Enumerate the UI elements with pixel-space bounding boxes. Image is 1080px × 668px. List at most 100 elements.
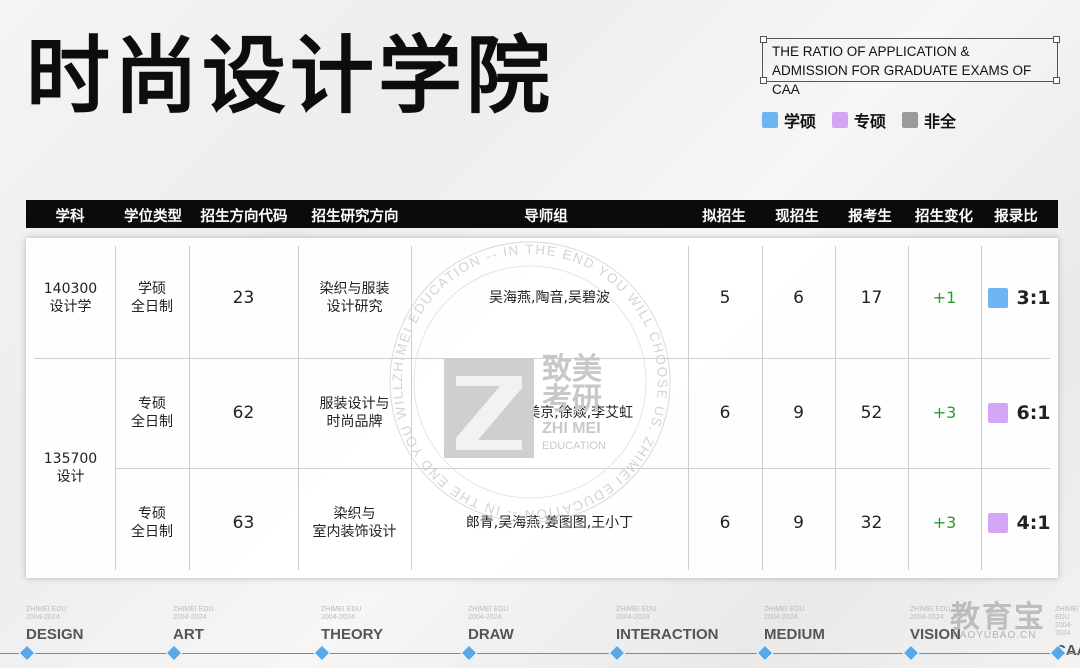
watermark-logo-en2: EDUCATION [542, 440, 606, 452]
planned-cell: 6 [719, 403, 731, 423]
research-direction-cell: 染织与服装 设计研究 [298, 238, 411, 358]
zhimei-logo-icon [444, 358, 534, 458]
watermark-logo: 致美 考研 ZHI MEI EDUCATION [444, 354, 614, 458]
current-cell: 9 [793, 513, 804, 533]
degree-type-cell: 专硕 全日制 [115, 358, 189, 468]
research-direction-cell: 服装设计与 时尚品牌 [298, 358, 411, 468]
column-header-advisors: 导师组 [524, 209, 568, 225]
legend-label: 学硕 [784, 112, 817, 131]
footer-small-text: 2004-2024 [764, 614, 798, 621]
current-cell: 9 [793, 403, 804, 423]
change-cell: +3 [932, 513, 957, 532]
current-cell: 6 [793, 288, 804, 308]
ratio-value: 4:1 [1016, 512, 1051, 534]
column-header-current: 现招生 [775, 209, 819, 225]
degree-type-cell: 专硕 全日制 [115, 468, 189, 578]
footer-small-text: 2004-2024 [1055, 622, 1073, 637]
ratio-cell: 6:1 [981, 358, 1058, 468]
footer-small-text: ZHIMEI EDU [26, 606, 67, 613]
direction-code-cell: 23 [232, 288, 255, 308]
footer-label: THEORY [321, 626, 383, 643]
study-mode: 全日制 [131, 299, 173, 315]
footer-small-text: ZHIMEI EDU [1055, 606, 1079, 621]
column-header-applicants: 报考生 [848, 209, 892, 225]
degree-type: 专硕 [138, 506, 166, 522]
ratio-caption-line1: THE RATIO OF APPLICATION & [772, 44, 970, 59]
legend-label: 专硕 [854, 112, 887, 131]
legend-swatch [832, 112, 849, 128]
watermark-logo-en1: ZHI MEI [542, 420, 601, 437]
legend-item-academic: 学硕 [762, 108, 816, 132]
research-direction-line: 时尚品牌 [326, 414, 383, 430]
research-direction-cell: 染织与 室内装饰设计 [298, 468, 411, 578]
column-header-change: 招生变化 [915, 209, 973, 225]
footer-item: ZHIMEI EDU 2004-2024 THEORY [321, 606, 383, 643]
study-mode: 全日制 [131, 414, 173, 430]
brand-url: JIAOYUBAO.CN [950, 630, 1037, 641]
footer-item: ZHIMEI EDU 2004-2024 DESIGN [26, 606, 84, 643]
legend-item-parttime: 非全 [902, 108, 956, 132]
change-cell: +3 [932, 403, 957, 422]
ratio-value: 3:1 [1016, 287, 1051, 309]
research-direction-line: 染织与服装 [319, 281, 390, 297]
direction-code-cell: 63 [232, 513, 255, 533]
footer-small-text: 2004-2024 [616, 614, 650, 621]
ratio-swatch [988, 513, 1009, 533]
footer-label: DESIGN [26, 626, 84, 643]
applicants-cell: 17 [860, 288, 883, 308]
advisors-cell: 郎青,吴海燕,姜图图,王小丁 [465, 515, 634, 531]
applicants-cell: 32 [860, 513, 883, 533]
footer-label: DRAW [468, 626, 514, 643]
legend-label: 非全 [924, 112, 957, 131]
page-title: 时尚设计学院 [26, 27, 555, 125]
footer-small-text: 2004-2024 [321, 614, 355, 621]
watermark-logo-cn2: 考研 [542, 382, 602, 417]
applicants-cell: 52 [860, 403, 883, 423]
subject-code: 135700 [43, 451, 98, 467]
ratio-caption-line2: ADMISSION FOR GRADUATE EXAMS OF CAA [772, 63, 1032, 97]
legend-item-professional: 专硕 [832, 108, 886, 132]
subject-name: 设计学 [49, 299, 92, 315]
legend-swatch [902, 112, 919, 128]
subject-cell: 135700 设计 [26, 358, 115, 578]
ratio-swatch [988, 403, 1009, 423]
corner-handle [760, 77, 767, 84]
subject-name: 设计 [56, 469, 85, 485]
legend-swatch [762, 112, 778, 128]
footer-small-text: 2004-2024 [173, 614, 207, 621]
ratio-cell: 4:1 [981, 468, 1058, 578]
degree-type-cell: 学硕 全日制 [115, 238, 189, 358]
column-header-research-direction: 招生研究方向 [311, 209, 399, 225]
column-header-ratio: 报录比 [994, 209, 1038, 225]
footer-item: ZHIMEI EDU 2004-2024 DRAW [468, 606, 514, 643]
research-direction-line: 服装设计与 [319, 396, 390, 412]
footer-label: MEDIUM [764, 626, 825, 643]
ratio-value: 6:1 [1016, 402, 1051, 424]
degree-type: 学硕 [138, 281, 166, 297]
direction-code-cell: 62 [232, 403, 255, 423]
corner-handle [1053, 36, 1060, 43]
corner-handle [760, 36, 767, 43]
planned-cell: 5 [719, 288, 731, 308]
footer-item: ZHIMEI EDU 2004-2024 INTERACTION [616, 606, 719, 643]
footer-label: ART [173, 626, 204, 643]
footer-small-text: ZHIMEI EDU [616, 606, 657, 613]
ratio-swatch [988, 288, 1009, 308]
footer-small-text: ZHIMEI EDU [173, 606, 214, 613]
change-cell: +1 [932, 288, 957, 307]
column-header-degree-type: 学位类型 [124, 209, 182, 225]
footer-small-text: ZHIMEI EDU [321, 606, 362, 613]
subject-cell: 140300 设计学 [26, 238, 115, 358]
degree-type: 专硕 [138, 396, 166, 412]
column-header-direction-code: 招生方向代码 [200, 209, 288, 225]
planned-cell: 6 [719, 513, 731, 533]
research-direction-line: 室内装饰设计 [312, 524, 397, 540]
footer-label: INTERACTION [616, 626, 719, 643]
research-direction-line: 染织与 [333, 506, 376, 522]
footer-small-text: ZHIMEI EDU [468, 606, 509, 613]
column-header-planned: 拟招生 [702, 209, 746, 225]
subject-code: 140300 [43, 281, 98, 297]
ratio-cell: 3:1 [981, 238, 1058, 358]
study-mode: 全日制 [131, 524, 173, 540]
advisors-cell: 吴海燕,陶音,吴碧波 [489, 290, 610, 306]
